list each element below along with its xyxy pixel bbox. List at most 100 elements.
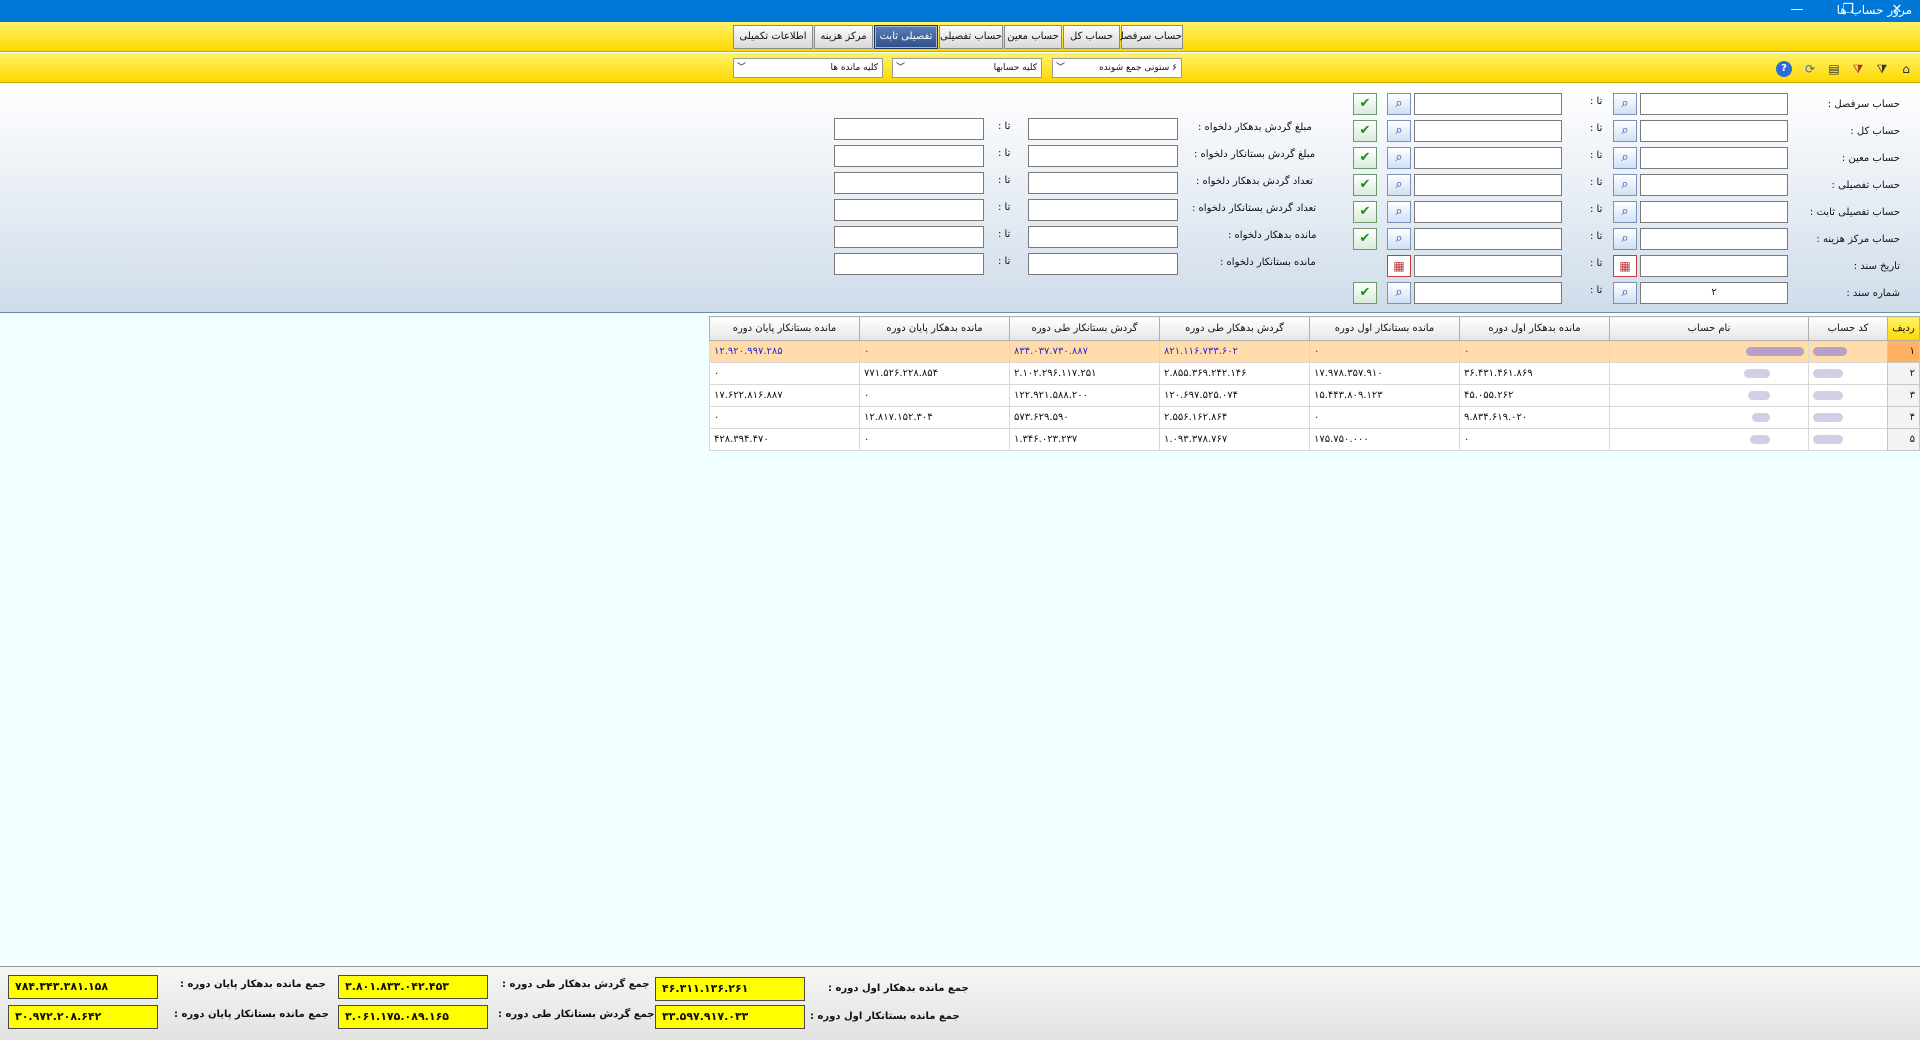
deb-balance-from-input[interactable] bbox=[1028, 226, 1178, 248]
tab-tafsili-sabet[interactable]: تفصیلی ثابت bbox=[874, 25, 938, 49]
deb-turn-amount-to-input[interactable] bbox=[834, 118, 984, 140]
columns-dropdown[interactable]: ۶ ستونی جمع شونده ﹀ bbox=[1052, 58, 1182, 78]
refresh-icon[interactable]: ⟳ bbox=[1802, 61, 1818, 77]
tab-moin[interactable]: حساب معین bbox=[1004, 25, 1062, 49]
cred-turn-count-from-input[interactable] bbox=[1028, 199, 1178, 221]
cost-center-to-input[interactable] bbox=[1414, 228, 1562, 250]
search-icon[interactable]: ⌕ bbox=[1613, 174, 1637, 196]
toolbar: ۶ ستونی جمع شونده ﹀ کلیه حسابها ﹀ کلیه م… bbox=[0, 53, 1920, 83]
check-icon[interactable]: ✔ bbox=[1353, 120, 1377, 142]
close-button[interactable]: ✕ bbox=[1874, 0, 1920, 22]
search-icon[interactable]: ⌕ bbox=[1387, 93, 1411, 115]
search-icon[interactable]: ⌕ bbox=[1387, 228, 1411, 250]
to-label: تا : bbox=[998, 229, 1011, 240]
tafsili-sabet-to-input[interactable] bbox=[1414, 201, 1562, 223]
table-row[interactable]: ۱ ۰ ۰ ۸۲۱.۱۱۶.۷۳۳.۶۰۲ ۸۳۴.۰۳۷.۷۳۰.۸۸۷ ۰ … bbox=[709, 340, 1920, 363]
moin-to-input[interactable] bbox=[1414, 147, 1562, 169]
cred-balance-to-input[interactable] bbox=[834, 253, 984, 275]
filter-label-sarfasl: حساب سرفصل : bbox=[1827, 99, 1900, 110]
search-icon[interactable]: ⌕ bbox=[1387, 174, 1411, 196]
filter-icon[interactable]: ⧩ bbox=[1874, 61, 1890, 77]
to-label: تا : bbox=[1590, 177, 1603, 188]
tafsili-from-input[interactable] bbox=[1640, 174, 1788, 196]
restore-button[interactable]: ❐ bbox=[1825, 0, 1871, 22]
to-label: تا : bbox=[1590, 258, 1603, 269]
deb-turn-amount-from-input[interactable] bbox=[1028, 118, 1178, 140]
tafsili-sabet-from-input[interactable] bbox=[1640, 201, 1788, 223]
tab-tafsili[interactable]: حساب تفصیلی bbox=[939, 25, 1003, 49]
doc-date-from-input[interactable] bbox=[1640, 255, 1788, 277]
cell-value: ۰ bbox=[1309, 406, 1460, 429]
search-icon[interactable]: ⌕ bbox=[1613, 282, 1637, 304]
search-icon[interactable]: ⌕ bbox=[1613, 147, 1637, 169]
column-header[interactable]: ردیف bbox=[1887, 316, 1920, 341]
tab-extra-info[interactable]: اطلاعات تکمیلی bbox=[733, 25, 813, 49]
cred-turn-count-to-input[interactable] bbox=[834, 199, 984, 221]
tab-kol[interactable]: حساب کل bbox=[1063, 25, 1120, 49]
moin-from-input[interactable] bbox=[1640, 147, 1788, 169]
check-icon[interactable]: ✔ bbox=[1353, 93, 1377, 115]
search-icon[interactable]: ⌕ bbox=[1387, 147, 1411, 169]
tafsili-to-input[interactable] bbox=[1414, 174, 1562, 196]
cred-turn-amount-from-input[interactable] bbox=[1028, 145, 1178, 167]
check-icon[interactable]: ✔ bbox=[1353, 282, 1377, 304]
to-label: تا : bbox=[998, 121, 1011, 132]
cell-value: ۱.۰۹۳.۳۷۸.۷۶۷ bbox=[1159, 428, 1310, 451]
column-header[interactable]: گردش بدهکار طی دوره bbox=[1159, 316, 1310, 341]
help-icon[interactable]: ? bbox=[1776, 61, 1792, 77]
tab-cost-center[interactable]: مرکز هزینه bbox=[814, 25, 873, 49]
search-icon[interactable]: ⌕ bbox=[1613, 120, 1637, 142]
cell-value: ۰ bbox=[1459, 340, 1610, 363]
search-icon[interactable]: ⌕ bbox=[1387, 282, 1411, 304]
deb-turn-count-to-input[interactable] bbox=[834, 172, 984, 194]
search-icon[interactable]: ⌕ bbox=[1387, 201, 1411, 223]
deb-balance-to-input[interactable] bbox=[834, 226, 984, 248]
sarfasl-from-input[interactable] bbox=[1640, 93, 1788, 115]
column-header[interactable]: کد حساب bbox=[1808, 316, 1888, 341]
deb-turn-count-from-input[interactable] bbox=[1028, 172, 1178, 194]
search-icon[interactable]: ⌕ bbox=[1613, 201, 1637, 223]
search-icon[interactable]: ⌕ bbox=[1613, 93, 1637, 115]
cell-value: ۳۶.۴۳۱.۴۶۱.۸۶۹ bbox=[1459, 362, 1610, 385]
column-header[interactable]: مانده بدهکار پایان دوره bbox=[859, 316, 1010, 341]
search-icon[interactable]: ⌕ bbox=[1387, 120, 1411, 142]
doc-number-to-input[interactable] bbox=[1414, 282, 1562, 304]
check-icon[interactable]: ✔ bbox=[1353, 174, 1377, 196]
cred-balance-from-input[interactable] bbox=[1028, 253, 1178, 275]
kol-from-input[interactable] bbox=[1640, 120, 1788, 142]
export-icon[interactable]: ▤ bbox=[1826, 61, 1842, 77]
cred-turn-amount-to-input[interactable] bbox=[834, 145, 984, 167]
check-icon[interactable]: ✔ bbox=[1353, 228, 1377, 250]
cell-value: ۱۲.۸۱۷.۱۵۲.۳۰۴ bbox=[859, 406, 1010, 429]
calendar-icon[interactable]: ▦ bbox=[1613, 255, 1637, 277]
table-row[interactable]: ۳ ۴۵.۰۵۵.۲۶۲ ۱۵.۴۴۳.۸۰۹.۱۲۳ ۱۲۰.۶۹۷.۵۲۵.… bbox=[709, 384, 1920, 407]
doc-date-to-input[interactable] bbox=[1414, 255, 1562, 277]
accounts-dropdown[interactable]: کلیه حسابها ﹀ bbox=[892, 58, 1042, 78]
table-row[interactable]: ۴ ۹.۸۳۴.۶۱۹.۰۲۰ ۰ ۲.۵۵۶.۱۶۲.۸۶۴ ۵۷۳.۶۲۹.… bbox=[709, 406, 1920, 429]
check-icon[interactable]: ✔ bbox=[1353, 147, 1377, 169]
cost-center-from-input[interactable] bbox=[1640, 228, 1788, 250]
cell-value: ۱۷۵.۷۵۰.۰۰۰ bbox=[1309, 428, 1460, 451]
check-icon[interactable]: ✔ bbox=[1353, 201, 1377, 223]
column-header[interactable]: مانده بستانکار پایان دوره bbox=[709, 316, 860, 341]
row-number: ۳ bbox=[1887, 384, 1920, 407]
doc-number-from-input[interactable]: ۲ bbox=[1640, 282, 1788, 304]
search-icon[interactable]: ⌕ bbox=[1613, 228, 1637, 250]
column-header[interactable]: مانده بدهکار اول دوره bbox=[1459, 316, 1610, 341]
column-header[interactable]: مانده بستانکار اول دوره bbox=[1309, 316, 1460, 341]
home-icon[interactable]: ⌂ bbox=[1898, 61, 1914, 77]
clear-filter-icon[interactable]: ⧩ bbox=[1850, 61, 1866, 77]
kol-to-input[interactable] bbox=[1414, 120, 1562, 142]
table-header-row: ردیف کد حساب نام حساب مانده بدهکار اول د… bbox=[709, 316, 1920, 341]
redacted-account-name bbox=[1609, 406, 1809, 429]
table-row[interactable]: ۵ ۰ ۱۷۵.۷۵۰.۰۰۰ ۱.۰۹۳.۳۷۸.۷۶۷ ۱.۳۴۶.۰۲۳.… bbox=[709, 428, 1920, 451]
sarfasl-to-input[interactable] bbox=[1414, 93, 1562, 115]
balances-dropdown[interactable]: کلیه مانده ها ﹀ bbox=[733, 58, 883, 78]
tab-sarfasl[interactable]: حساب سرفصل bbox=[1116, 25, 1183, 49]
table-row[interactable]: ۲ ۳۶.۴۳۱.۴۶۱.۸۶۹ ۱۷.۹۷۸.۳۵۷.۹۱۰ ۲.۸۵۵.۳۶… bbox=[709, 362, 1920, 385]
column-header[interactable]: نام حساب bbox=[1609, 316, 1809, 341]
minimize-button[interactable]: — bbox=[1774, 0, 1820, 22]
title-bar: مرور حساب ها — ❐ ✕ bbox=[0, 0, 1920, 22]
column-header[interactable]: گردش بستانکار طی دوره bbox=[1009, 316, 1160, 341]
calendar-icon[interactable]: ▦ bbox=[1387, 255, 1411, 277]
